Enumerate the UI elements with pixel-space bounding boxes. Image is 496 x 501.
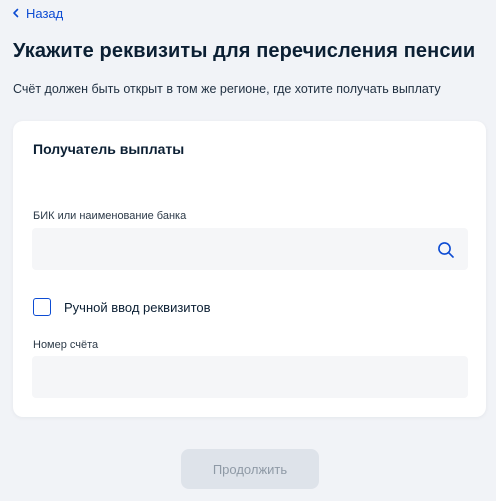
bank-search-input[interactable]	[32, 228, 468, 270]
account-number-input[interactable]	[32, 356, 468, 398]
manual-entry-option[interactable]: Ручной ввод реквизитов	[33, 298, 211, 316]
manual-entry-label: Ручной ввод реквизитов	[64, 299, 211, 315]
account-field-label: Номер счёта	[33, 339, 99, 351]
back-link[interactable]: Назад	[12, 5, 63, 21]
continue-button[interactable]: Продолжить	[181, 449, 319, 489]
recipient-card: Получатель выплаты БИК или наименование …	[13, 121, 486, 417]
manual-entry-checkbox[interactable]	[33, 298, 51, 316]
chevron-left-icon	[12, 8, 20, 18]
search-icon[interactable]	[437, 241, 455, 259]
card-heading: Получатель выплаты	[33, 141, 185, 157]
back-link-label: Назад	[26, 5, 64, 21]
page-subtitle: Счёт должен быть открыт в том же регионе…	[13, 82, 441, 96]
bank-field-label: БИК или наименование банка	[33, 210, 187, 222]
page-title: Укажите реквизиты для перечисления пенси…	[13, 40, 476, 62]
